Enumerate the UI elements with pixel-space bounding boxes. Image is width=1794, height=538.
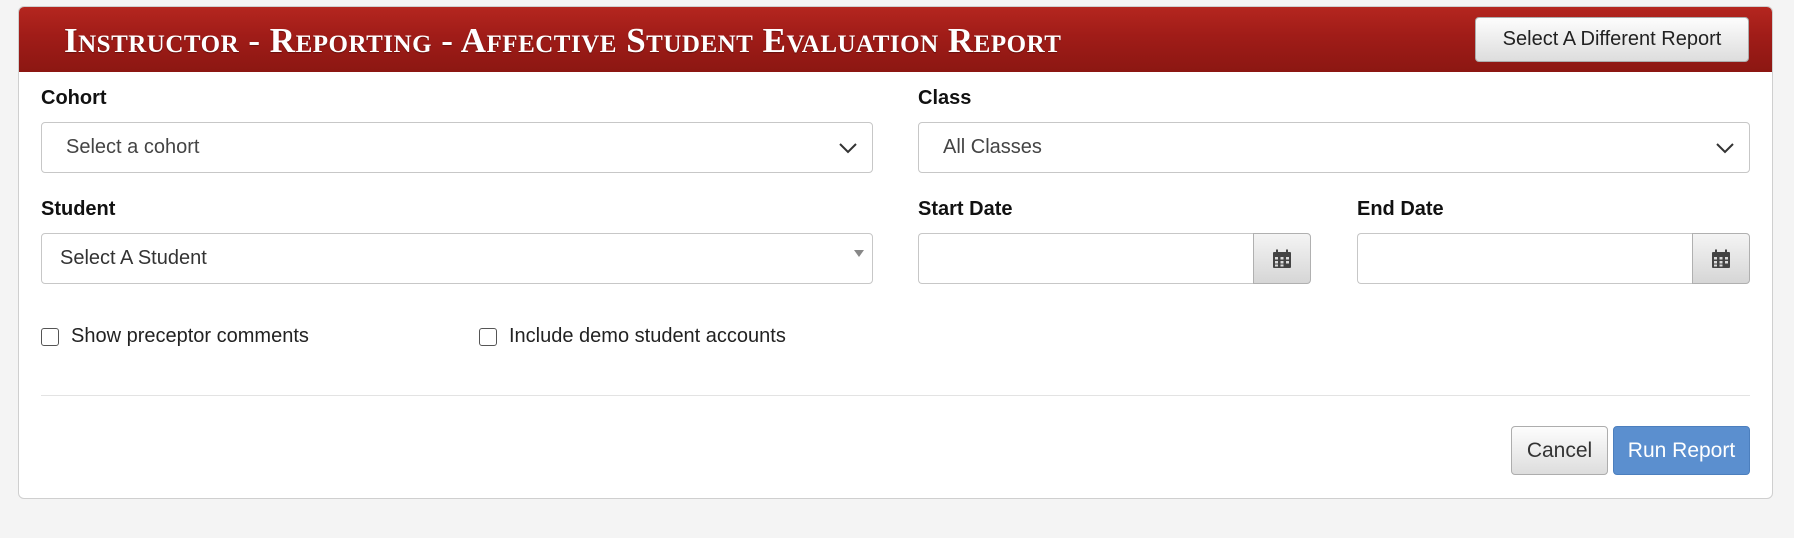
include-demo-accounts-label: Include demo student accounts: [509, 325, 786, 347]
class-select[interactable]: All Classes: [918, 122, 1750, 173]
start-date-label: Start Date: [918, 198, 1013, 220]
include-demo-accounts-option[interactable]: Include demo student accounts: [479, 325, 786, 348]
start-date-input[interactable]: [918, 233, 1254, 284]
end-date-input[interactable]: [1357, 233, 1693, 284]
student-select[interactable]: Select A Student: [41, 233, 873, 284]
caret-down-icon: [854, 250, 864, 257]
cohort-label: Cohort: [41, 87, 107, 109]
class-select-value: All Classes: [943, 136, 1042, 158]
show-preceptor-comments-option[interactable]: Show preceptor comments: [41, 325, 309, 348]
divider: [41, 395, 1750, 396]
end-date-group: [1357, 233, 1750, 284]
start-date-calendar-button[interactable]: [1253, 233, 1311, 284]
run-report-button[interactable]: Run Report: [1613, 426, 1750, 475]
end-date-calendar-button[interactable]: [1692, 233, 1750, 284]
student-label: Student: [41, 198, 116, 220]
calendar-icon: [1273, 249, 1291, 268]
include-demo-accounts-checkbox[interactable]: [479, 327, 497, 346]
panel-header: Instructor - Reporting - Affective Stude…: [19, 7, 1772, 72]
select-different-report-button[interactable]: Select A Different Report: [1475, 17, 1749, 62]
show-preceptor-comments-checkbox[interactable]: [41, 327, 59, 346]
report-panel: Instructor - Reporting - Affective Stude…: [18, 6, 1773, 499]
end-date-label: End Date: [1357, 198, 1444, 220]
chevron-down-icon: [1716, 143, 1734, 154]
class-label: Class: [918, 87, 972, 109]
chevron-down-icon: [839, 143, 857, 154]
start-date-group: [918, 233, 1311, 284]
cancel-button[interactable]: Cancel: [1511, 426, 1608, 475]
show-preceptor-comments-label: Show preceptor comments: [71, 325, 309, 347]
cohort-select[interactable]: Select a cohort: [41, 122, 873, 173]
student-select-value: Select A Student: [60, 247, 207, 269]
page-title: Instructor - Reporting - Affective Stude…: [64, 21, 1062, 60]
cohort-select-value: Select a cohort: [66, 136, 200, 158]
calendar-icon: [1712, 249, 1730, 268]
